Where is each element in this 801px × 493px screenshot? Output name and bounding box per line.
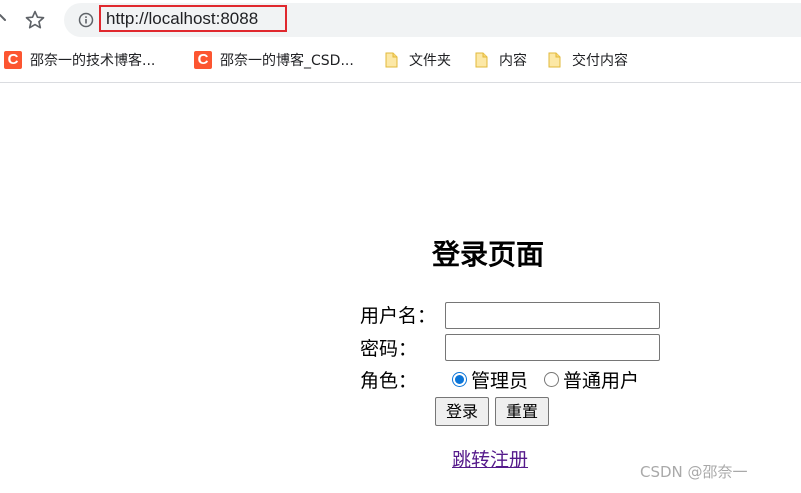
- back-arrow-icon[interactable]: [0, 12, 8, 26]
- bookmark-label: 交付内容: [572, 53, 628, 69]
- password-input[interactable]: [445, 334, 660, 361]
- bookmark-folder[interactable]: 文件夹: [383, 50, 451, 70]
- register-link[interactable]: 跳转注册: [452, 448, 528, 472]
- bookmark-item[interactable]: C 邵奈一的博客_CSD...: [194, 50, 354, 70]
- bookmark-folder[interactable]: 交付内容: [546, 50, 628, 70]
- username-label: 用户名：: [360, 305, 437, 327]
- role-option-user-label[interactable]: 普通用户: [563, 369, 639, 393]
- reset-button[interactable]: 重置: [495, 397, 549, 426]
- bookmarks-bar: C 邵奈一的技术博客... C 邵奈一的博客_CSD... 文件夹 内容 交付内…: [0, 46, 801, 74]
- csdn-icon: C: [194, 51, 212, 69]
- bookmark-label: 内容: [499, 53, 527, 69]
- address-bar[interactable]: http://localhost:8088: [64, 3, 801, 37]
- browser-chrome: http://localhost:8088 C 邵奈一的技术博客... C 邵奈…: [0, 0, 801, 83]
- role-radio-admin[interactable]: [452, 372, 467, 387]
- username-input[interactable]: [445, 302, 660, 329]
- folder-icon: [385, 52, 398, 68]
- role-label: 角色：: [360, 370, 418, 392]
- site-info-icon[interactable]: [78, 12, 94, 28]
- bookmark-label: 邵奈一的博客_CSD...: [220, 53, 354, 69]
- page-title: 登录页面: [432, 238, 545, 271]
- browser-toolbar: http://localhost:8088: [0, 0, 801, 40]
- role-option-admin-label[interactable]: 管理员: [471, 369, 528, 393]
- url-text[interactable]: http://localhost:8088: [106, 8, 258, 30]
- folder-icon: [548, 52, 561, 68]
- bookmark-star-icon[interactable]: [24, 9, 46, 31]
- bookmark-item[interactable]: C 邵奈一的技术博客...: [4, 50, 155, 70]
- login-button[interactable]: 登录: [435, 397, 489, 426]
- csdn-icon: C: [4, 51, 22, 69]
- page-content: 登录页面 用户名： 密码： 角色： 管理员 普通用户 登录 重置 跳转注册 CS…: [0, 83, 801, 493]
- password-label: 密码：: [360, 338, 418, 360]
- bookmark-label: 邵奈一的技术博客...: [30, 53, 156, 69]
- csdn-watermark: CSDN @邵奈一: [640, 463, 748, 481]
- bookmark-label: 文件夹: [409, 53, 451, 69]
- role-radio-user[interactable]: [544, 372, 559, 387]
- bookmark-folder[interactable]: 内容: [473, 50, 527, 70]
- folder-icon: [475, 52, 488, 68]
